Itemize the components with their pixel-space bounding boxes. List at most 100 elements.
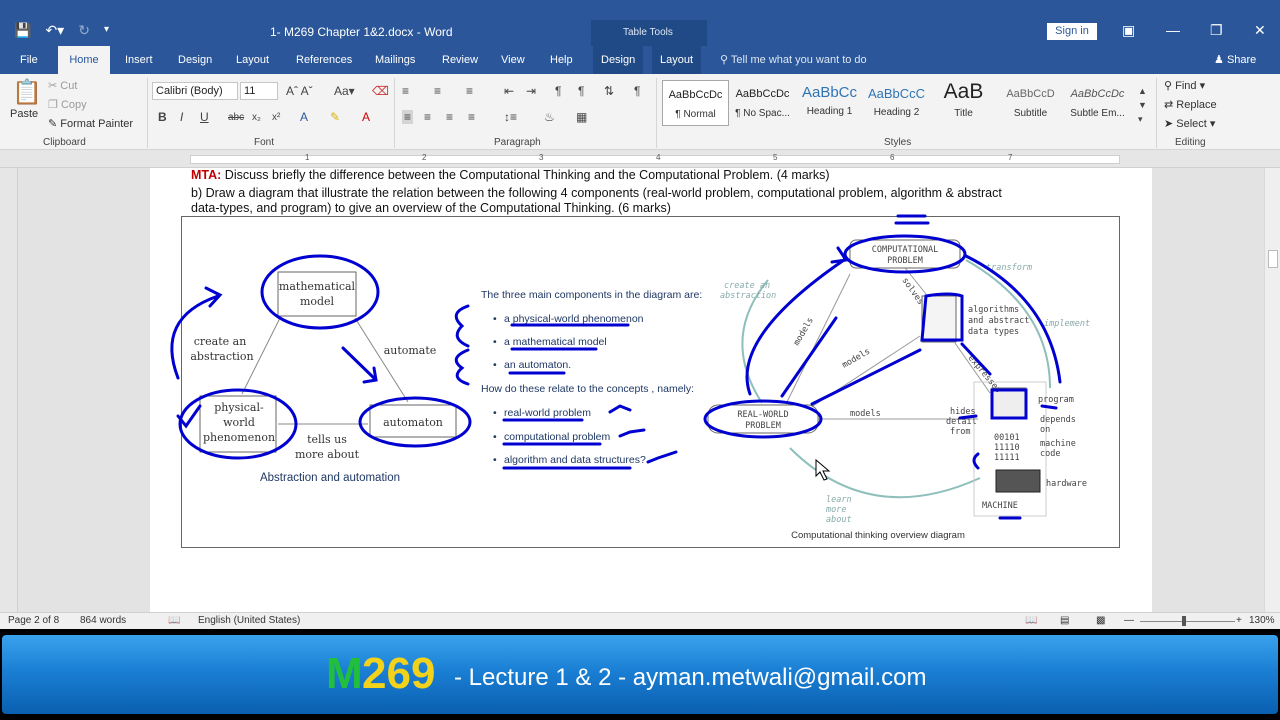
tab-references[interactable]: References — [288, 46, 360, 74]
zoom-level[interactable]: 130% — [1249, 615, 1275, 626]
strikethrough-icon[interactable]: abc — [228, 111, 244, 125]
bold-icon[interactable]: B — [158, 110, 167, 124]
sign-in-button[interactable]: Sign in — [1047, 23, 1097, 40]
algorithms-3: data types — [968, 327, 1019, 337]
align-left-icon[interactable]: ≡ — [402, 110, 414, 124]
style-heading-1[interactable]: AaBbCc Heading 1 — [796, 80, 863, 126]
change-case-icon[interactable]: Aa▾ — [334, 84, 355, 98]
status-bar: Page 2 of 8 864 words 📖 English (United … — [0, 612, 1280, 629]
horizontal-ruler[interactable]: 1 2 3 4 5 6 7 — [0, 150, 1280, 168]
close-icon[interactable]: ✕ — [1254, 22, 1266, 39]
find-button[interactable]: ⚲ Find ▾ — [1164, 79, 1205, 92]
align-right-icon[interactable]: ≡ — [446, 110, 453, 124]
tab-file[interactable]: File — [12, 46, 46, 74]
style-title[interactable]: AaB Title — [930, 80, 997, 126]
proofing-icon[interactable]: 📖 — [168, 615, 180, 626]
paste-button[interactable]: Paste — [10, 108, 38, 120]
shading-icon[interactable]: ♨ — [544, 110, 555, 124]
font-name-combo[interactable]: Calibri (Body) — [152, 82, 238, 100]
numbering-icon[interactable]: ≡ — [434, 84, 441, 98]
tab-home[interactable]: Home — [58, 46, 110, 74]
zoom-out-icon[interactable]: — — [1124, 615, 1134, 626]
line-spacing-icon[interactable]: ↕≡ — [504, 110, 517, 124]
tab-mailings[interactable]: Mailings — [367, 46, 423, 74]
font-color-icon[interactable]: A — [362, 110, 370, 124]
tab-table-layout[interactable]: Layout — [652, 46, 702, 74]
sort-icon[interactable]: ⇅ — [604, 84, 614, 98]
tab-insert[interactable]: Insert — [117, 46, 161, 74]
italic-icon[interactable]: I — [180, 110, 183, 124]
show-marks-icon[interactable]: ¶ — [634, 84, 640, 98]
zoom-thumb[interactable] — [1182, 616, 1186, 626]
ruler-number: 2 — [422, 153, 427, 162]
undo-icon[interactable]: ↶▾ — [45, 22, 64, 38]
zoom-slider[interactable] — [1140, 621, 1235, 622]
print-layout-icon[interactable]: ▤ — [1060, 615, 1069, 626]
math-model-label-2: model — [300, 295, 335, 308]
underline-icon[interactable]: U — [200, 110, 209, 124]
subscript-icon[interactable]: x₂ — [252, 111, 261, 125]
machine-label: MACHINE — [982, 501, 1018, 511]
multilevel-list-icon[interactable]: ≡ — [466, 84, 473, 98]
bullets-icon[interactable]: ≡ — [402, 84, 409, 98]
style-subtle-emphasis[interactable]: AaBbCcDc Subtle Em... — [1064, 80, 1131, 126]
web-layout-icon[interactable]: ▩ — [1096, 615, 1105, 626]
justify-icon[interactable]: ≡ — [468, 110, 475, 124]
ink-arrow — [972, 452, 980, 470]
clear-format-icon[interactable]: ⌫ — [372, 84, 389, 98]
ltr-icon[interactable]: ¶ — [555, 84, 561, 98]
format-painter-button[interactable]: ✎ Format Painter — [48, 117, 133, 130]
cut-button[interactable]: ✂ Cut — [48, 79, 77, 92]
superscript-icon[interactable]: x² — [272, 111, 280, 125]
page-count[interactable]: Page 2 of 8 — [8, 615, 59, 626]
share-button[interactable]: ♟ Share — [1214, 46, 1256, 74]
align-center-icon[interactable]: ≡ — [424, 110, 431, 124]
rtl-icon[interactable]: ¶ — [578, 84, 584, 98]
ribbon-display-icon[interactable]: ▣ — [1122, 22, 1135, 39]
bullet: • — [493, 313, 497, 325]
borders-icon[interactable]: ▦ — [576, 110, 587, 124]
customize-qa-icon[interactable]: ▾ — [104, 22, 109, 38]
styles-scroll-icon[interactable]: ▲ ▼ ▾ — [1138, 84, 1147, 126]
ink-arrow — [958, 414, 978, 420]
arrow-line — [354, 317, 409, 403]
zoom-in-icon[interactable]: + — [1236, 615, 1242, 626]
paste-icon[interactable]: 📋 — [12, 80, 42, 106]
bullet: • — [493, 431, 497, 443]
document-page[interactable]: MTA: Discuss briefly the difference betw… — [150, 168, 1152, 612]
tab-design[interactable]: Design — [170, 46, 220, 74]
font-size-combo[interactable]: 11 — [240, 82, 278, 100]
learn-3: about — [826, 515, 852, 525]
highlight-icon[interactable]: ✎ — [330, 110, 340, 124]
algorithms-2: and abstract — [968, 316, 1029, 326]
style-heading-2[interactable]: AaBbCcC Heading 2 — [863, 80, 930, 126]
style-subtitle[interactable]: AaBbCcD Subtitle — [997, 80, 1064, 126]
copy-button[interactable]: ❐ Copy — [48, 98, 87, 111]
decrease-indent-icon[interactable]: ⇤ — [504, 84, 514, 98]
tab-layout[interactable]: Layout — [228, 46, 277, 74]
redo-icon[interactable]: ↻ — [78, 22, 90, 38]
bullet: • — [493, 454, 497, 466]
create-abs-1: create an — [724, 281, 770, 291]
increase-indent-icon[interactable]: ⇥ — [526, 84, 536, 98]
read-mode-icon[interactable]: 📖 — [1025, 615, 1037, 626]
tab-view[interactable]: View — [493, 46, 533, 74]
grow-font-icon[interactable]: Aˆ Aˇ — [286, 84, 313, 98]
vertical-ruler[interactable] — [0, 168, 18, 612]
vertical-scrollbar[interactable] — [1264, 168, 1280, 612]
restore-icon[interactable]: ❐ — [1210, 22, 1223, 39]
replace-button[interactable]: ⇄ Replace — [1164, 98, 1217, 111]
style-normal[interactable]: AaBbCcDc ¶ Normal — [662, 80, 729, 126]
tell-me-search[interactable]: ⚲ Tell me what you want to do — [720, 46, 867, 74]
save-icon[interactable]: 💾 — [14, 22, 31, 38]
word-count[interactable]: 864 words — [80, 615, 126, 626]
style-no-spacing[interactable]: AaBbCcDc ¶ No Spac... — [729, 80, 796, 126]
scroll-thumb[interactable] — [1268, 250, 1278, 268]
minimize-icon[interactable]: — — [1166, 22, 1180, 38]
tab-review[interactable]: Review — [434, 46, 486, 74]
tab-table-design[interactable]: Design — [593, 46, 644, 74]
language[interactable]: English (United States) — [198, 615, 300, 626]
tab-help[interactable]: Help — [542, 46, 581, 74]
text-effects-icon[interactable]: A — [300, 110, 308, 124]
select-button[interactable]: ➤ Select ▾ — [1164, 117, 1215, 130]
